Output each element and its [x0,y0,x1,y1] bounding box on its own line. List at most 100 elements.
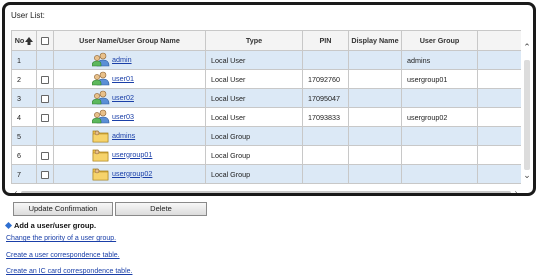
add-user-group-row[interactable]: Add a user/user group. [4,221,96,230]
user-list-panel: User List: No User Name/User Group Name … [2,2,536,196]
row-pin [302,164,349,184]
row-name-cell: usergroup01 [53,145,206,165]
row-pin [302,126,349,146]
row-type: Local User [205,107,303,127]
row-spacer [477,50,521,70]
row-user-group [401,88,478,108]
row-type: Local User [205,88,303,108]
row-checkbox-cell[interactable] [36,126,54,146]
row-user-group [401,164,478,184]
row-user-group: admins [401,50,478,70]
row-display-name [348,50,402,70]
row-pin: 17092760 [302,69,349,89]
user-icon [92,109,110,124]
row-number: 7 [11,164,37,184]
vertical-scrollbar[interactable]: ⌃ ⌄ [521,30,533,193]
scroll-right-arrow-icon[interactable]: › [511,188,521,193]
folder-icon [92,128,110,143]
row-spacer [477,88,521,108]
row-number: 4 [11,107,37,127]
horizontal-scroll-thumb[interactable] [21,191,511,193]
select-all-checkbox[interactable] [41,37,49,46]
row-name-cell: user01 [53,69,206,89]
row-name-cell: user02 [53,88,206,108]
bullet-diamond-icon [4,221,13,230]
row-checkbox-cell[interactable] [36,69,54,89]
folder-icon [92,147,110,162]
row-checkbox-cell[interactable] [36,145,54,165]
row-name-link[interactable]: usergroup01 [112,150,152,159]
row-type: Local Group [205,164,303,184]
scroll-up-arrow-icon[interactable]: ⌃ [522,42,532,52]
row-name-link[interactable]: user02 [112,93,134,102]
table-row[interactable]: 5 admins Local Group [11,126,521,146]
vertical-scroll-thumb[interactable] [524,60,530,170]
create-user-correspondence-link[interactable]: Create a user correspondence table. [6,252,120,259]
column-header-no[interactable]: No [11,30,37,51]
row-type: Local Group [205,126,303,146]
row-number: 6 [11,145,37,165]
row-pin: 17095047 [302,88,349,108]
row-display-name [348,107,402,127]
row-display-name [348,69,402,89]
row-checkbox[interactable] [41,75,49,84]
column-header-type: Type [205,30,303,51]
create-ic-card-correspondence-link[interactable]: Create an IC card correspondence table. [6,268,132,275]
row-number: 1 [11,50,37,70]
delete-button[interactable]: Delete [115,202,207,216]
horizontal-scrollbar[interactable]: ‹ › [11,188,521,193]
row-display-name [348,88,402,108]
table-row[interactable]: 4 user03 Local User 17093833 usergroup02 [11,107,521,127]
row-name-link[interactable]: admins [112,131,135,140]
row-pin: 17093833 [302,107,349,127]
scroll-down-arrow-icon[interactable]: ⌄ [522,170,532,180]
column-header-spacer [477,30,521,51]
table-row[interactable]: 3 user02 Local User 17095047 [11,88,521,108]
row-checkbox[interactable] [41,170,49,179]
row-name-link[interactable]: user01 [112,74,134,83]
row-checkbox-cell[interactable] [36,88,54,108]
row-name-cell: admin [53,50,206,70]
row-user-group [401,145,478,165]
row-pin [302,145,349,165]
row-checkbox-cell[interactable] [36,107,54,127]
row-checkbox[interactable] [41,113,49,122]
table-row[interactable]: 2 user01 Local User 17092760 usergroup01 [11,69,521,89]
column-header-pin: PIN [302,30,349,51]
row-name-link[interactable]: usergroup02 [112,169,152,178]
row-display-name [348,164,402,184]
row-user-group: usergroup02 [401,107,478,127]
row-spacer [477,164,521,184]
column-header-user-group: User Group [401,30,478,51]
row-spacer [477,126,521,146]
user-icon [92,90,110,105]
row-type: Local Group [205,145,303,165]
row-type: Local User [205,69,303,89]
table-header-row: No User Name/User Group Name Type PIN Di… [11,30,521,51]
row-name-link[interactable]: admin [112,55,132,64]
column-header-name: User Name/User Group Name [53,30,206,51]
row-name-cell: usergroup02 [53,164,206,184]
row-name-cell: admins [53,126,206,146]
row-number: 3 [11,88,37,108]
row-display-name [348,145,402,165]
column-header-display-name: Display Name [348,30,402,51]
table-row[interactable]: 1 admin Local User admins [11,50,521,70]
row-user-group [401,126,478,146]
scroll-left-arrow-icon[interactable]: ‹ [11,188,21,193]
table-row[interactable]: 7 usergroup02 Local Group [11,164,521,184]
sort-ascending-icon[interactable] [25,37,34,46]
update-confirmation-button[interactable]: Update Confirmation [13,202,113,216]
row-checkbox[interactable] [41,151,49,160]
row-checkbox[interactable] [41,94,49,103]
row-checkbox-cell[interactable] [36,50,54,70]
row-checkbox-cell[interactable] [36,164,54,184]
column-header-select-all[interactable] [36,30,54,51]
row-number: 2 [11,69,37,89]
row-spacer [477,107,521,127]
row-number: 5 [11,126,37,146]
change-priority-link[interactable]: Change the priority of a user group. [6,235,116,242]
table-row[interactable]: 6 usergroup01 Local Group [11,145,521,165]
row-name-link[interactable]: user03 [112,112,134,121]
add-user-group-heading[interactable]: Add a user/user group. [14,221,96,230]
